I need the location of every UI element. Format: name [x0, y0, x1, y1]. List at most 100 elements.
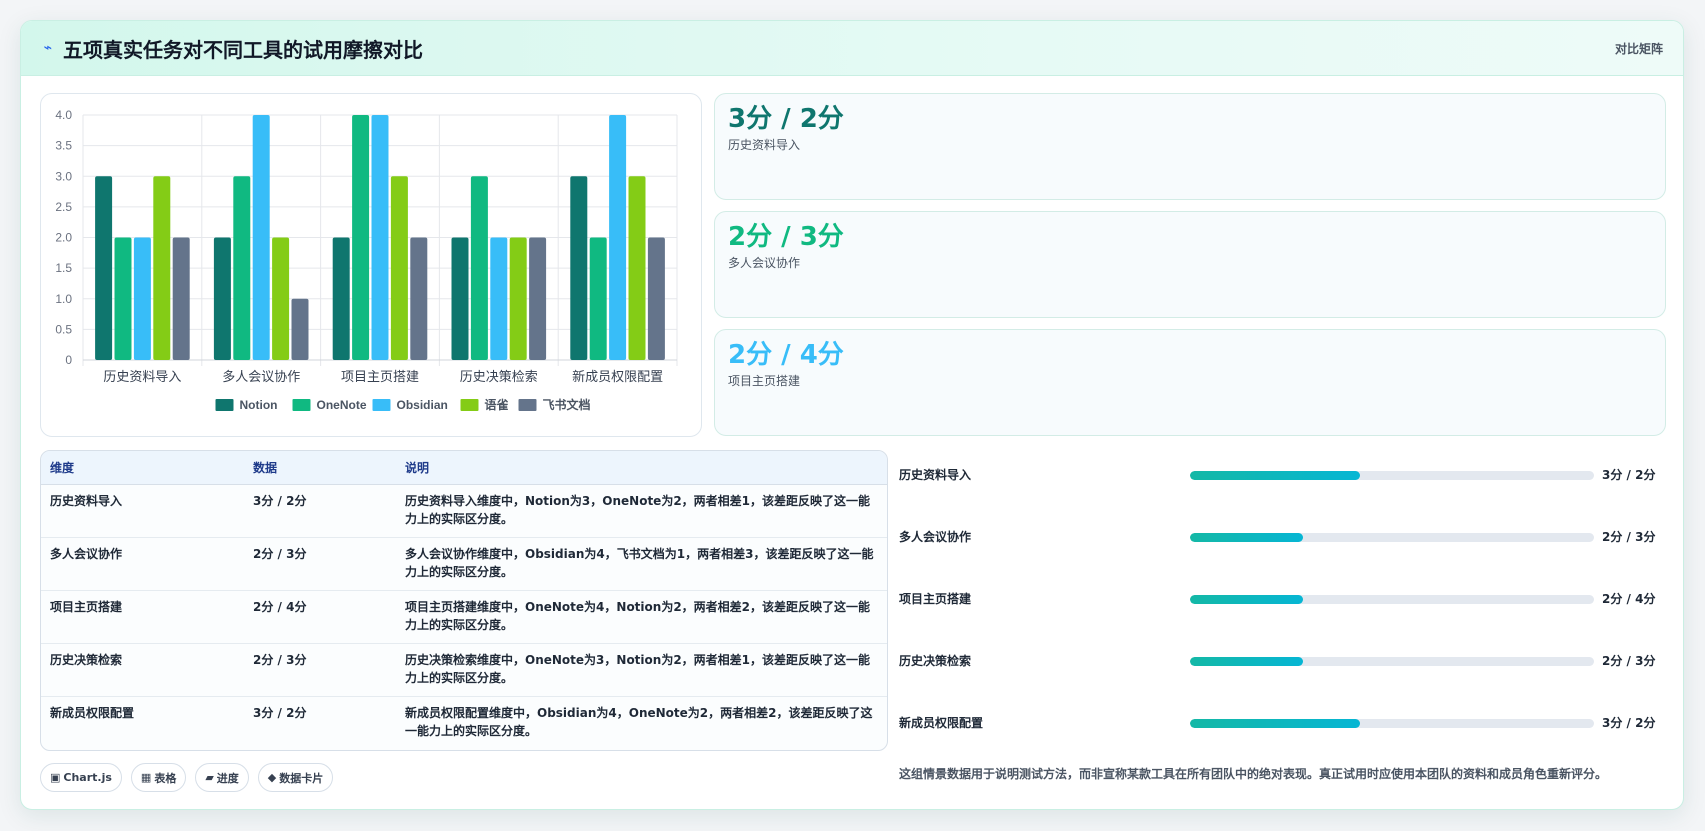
- chip-row: ▣ Chart.js ▦ 表格 ▰ 进度 ◆ 数据卡片: [40, 763, 334, 792]
- progress-list: 历史资料导入 3分 / 2分 多人会议协作 2分 / 3分 项目主页搭建 2分 …: [899, 466, 1669, 776]
- stat-label: 项目主页搭建: [728, 374, 801, 388]
- chip-chartjs[interactable]: ▣ Chart.js: [40, 763, 122, 792]
- bar-chart: 0 0.5 1.0 1.5 2.0 2.5 3.0 3.5 4.0 历史资料导入 多人会议协作 项目主…: [55, 108, 678, 412]
- diamond-icon: ◆: [267, 771, 277, 784]
- cell-dimension: 历史资料导入: [41, 484, 244, 538]
- stat-card-2: 2分 / 3分 多人会议协作: [714, 211, 1666, 318]
- x-tick-label: 新成员权限配置: [572, 369, 663, 384]
- stat-value: 2分 / 4分: [728, 340, 844, 370]
- bar-OneNote: [470, 176, 488, 360]
- stat-value: 2分 / 3分: [728, 222, 844, 252]
- cell-dimension: 多人会议协作: [41, 537, 244, 591]
- y-tick-label: 2.0: [55, 231, 72, 245]
- cell-data: 3分 / 2分: [253, 705, 307, 720]
- y-tick-label: 1.5: [55, 261, 72, 275]
- progress-value: 2分 / 4分: [1602, 592, 1656, 606]
- progress-label: 项目主页搭建: [899, 592, 972, 606]
- bar-OneNote: [114, 237, 132, 360]
- page-title: 五项真实任务对不同工具的试用摩擦对比: [63, 37, 423, 62]
- bar-OneNote: [233, 176, 251, 360]
- bar-飞书文档: [647, 237, 665, 360]
- bar-Notion: [451, 237, 469, 360]
- stat-label: 多人会议协作: [728, 256, 801, 270]
- cell-description: 多人会议协作维度中，Obsidian为4，飞书文档为1，两者相差3，该差距反映了…: [396, 537, 887, 591]
- footnote: 这组情景数据用于说明测试方法，而非宣称某款工具在所有团队中的绝对表现。真正试用时…: [899, 767, 1608, 781]
- x-tick-label: 项目主页搭建: [341, 369, 419, 384]
- legend-swatch: [292, 399, 311, 411]
- bar-OneNote: [352, 115, 370, 360]
- bar-飞书文档: [172, 237, 190, 360]
- stat-card-1: 3分 / 2分 历史资料导入: [714, 93, 1666, 200]
- legend-swatch: [518, 399, 537, 411]
- table-header-row: 维度 数据 说明: [41, 451, 887, 485]
- stat-card-3: 2分 / 4分 项目主页搭建: [714, 329, 1666, 436]
- cell-dimension: 历史决策检索: [41, 643, 244, 697]
- header-data: 数据: [244, 451, 396, 485]
- y-tick-label: 0: [65, 353, 72, 367]
- table-row: 历史决策检索 2分 / 3分 历史决策检索维度中，OneNote为3，Notio…: [41, 643, 887, 697]
- matrix-tag: 对比矩阵: [1614, 41, 1663, 56]
- progress-track: [1190, 595, 1594, 604]
- chip-data-card[interactable]: ◆ 数据卡片: [257, 763, 334, 792]
- chip-progress[interactable]: ▰ 进度: [195, 763, 249, 792]
- header-description: 说明: [396, 451, 887, 485]
- cell-description: 历史资料导入维度中，Notion为3，OneNote为2，两者相差1，该差距反映…: [396, 484, 887, 538]
- stat-value: 3分 / 2分: [728, 104, 844, 134]
- legend-label: 语雀: [485, 397, 509, 412]
- y-tick-label: 1.0: [55, 292, 72, 306]
- chip-label: 进度: [216, 771, 239, 785]
- bar-Notion: [95, 176, 113, 360]
- progress-label: 历史决策检索: [899, 654, 972, 668]
- cell-data: 2分 / 3分: [244, 643, 396, 697]
- bar-Notion: [213, 237, 231, 360]
- table-row: 多人会议协作 2分 / 3分 多人会议协作维度中，Obsidian为4，飞书文档…: [41, 537, 887, 591]
- progress-track: [1190, 533, 1594, 542]
- x-tick-label: 多人会议协作: [222, 369, 300, 384]
- bar-Notion: [332, 237, 350, 360]
- progress-value: 3分 / 2分: [1602, 468, 1656, 482]
- x-tick-label: 历史决策检索: [460, 369, 538, 384]
- bar-chart-card: 0 0.5 1.0 1.5 2.0 2.5 3.0 3.5 4.0 历史资料导入 多人会议协作 项目主…: [40, 93, 702, 437]
- progress-fill: [1190, 657, 1304, 666]
- cell-dimension: 项目主页搭建: [41, 590, 244, 644]
- cell-description: 历史决策检索维度中，OneNote为3，Notion为2，两者相差1，该差距反映…: [396, 643, 887, 697]
- progress-fill: [1190, 471, 1360, 480]
- data-table: 维度 数据 说明 历史资料导入 3分 / 2分 历史资料导入维度中，Notion…: [41, 451, 887, 749]
- progress-track: [1190, 657, 1594, 666]
- chip-label: 数据卡片: [279, 771, 324, 785]
- x-tick-label: 历史资料导入: [103, 369, 181, 384]
- progress-icon: ▰: [205, 771, 214, 784]
- bar-语雀: [628, 176, 646, 360]
- y-tick-label: 3.5: [55, 139, 72, 153]
- data-table-wrap: 维度 数据 说明 历史资料导入 3分 / 2分 历史资料导入维度中，Notion…: [40, 450, 888, 751]
- bar-语雀: [390, 176, 408, 360]
- progress-value: 2分 / 3分: [1602, 530, 1656, 544]
- table-row: 项目主页搭建 2分 / 4分 项目主页搭建维度中，OneNote为4，Notio…: [41, 590, 887, 644]
- header-left: ⌁ 五项真实任务对不同工具的试用摩擦对比: [41, 34, 423, 63]
- bar-Obsidian: [609, 115, 627, 360]
- bar-Obsidian: [371, 115, 389, 360]
- chip-table[interactable]: ▦ 表格: [130, 763, 187, 792]
- comparison-panel: ⌁ 五项真实任务对不同工具的试用摩擦对比 对比矩阵 0 0.5 1.0 1.5 2.0 2…: [20, 20, 1684, 810]
- y-tick-label: 4.0: [55, 108, 72, 122]
- legend-swatch: [460, 399, 479, 411]
- table-row: 历史资料导入 3分 / 2分 历史资料导入维度中，Notion为3，OneNot…: [41, 484, 887, 538]
- panel-header: ⌁ 五项真实任务对不同工具的试用摩擦对比 对比矩阵: [21, 21, 1683, 76]
- y-tick-label: 0.5: [55, 322, 72, 336]
- cell-data: 2分 / 4分: [244, 590, 396, 644]
- table-row: 新成员权限配置 3分 / 2分 新成员权限配置维度中，Obsidian为4，On…: [41, 696, 887, 749]
- stat-label: 历史资料导入: [728, 138, 801, 152]
- bar-语雀: [509, 237, 527, 360]
- bar-飞书文档: [410, 237, 428, 360]
- bar-Notion: [570, 176, 588, 360]
- y-tick-label: 2.5: [55, 200, 72, 214]
- cell-dimension: 新成员权限配置: [50, 705, 135, 720]
- progress-row: 历史决策检索 2分 / 3分: [899, 652, 1669, 714]
- chip-label: 表格: [154, 771, 177, 785]
- chart-icon: ▣: [50, 771, 61, 784]
- cell-description: 新成员权限配置维度中，Obsidian为4，OneNote为2，两者相差2，该差…: [405, 705, 873, 738]
- progress-value: 2分 / 3分: [1602, 654, 1656, 668]
- progress-row: 多人会议协作 2分 / 3分: [899, 528, 1669, 590]
- progress-track: [1190, 719, 1594, 728]
- header-dimension: 维度: [41, 451, 244, 485]
